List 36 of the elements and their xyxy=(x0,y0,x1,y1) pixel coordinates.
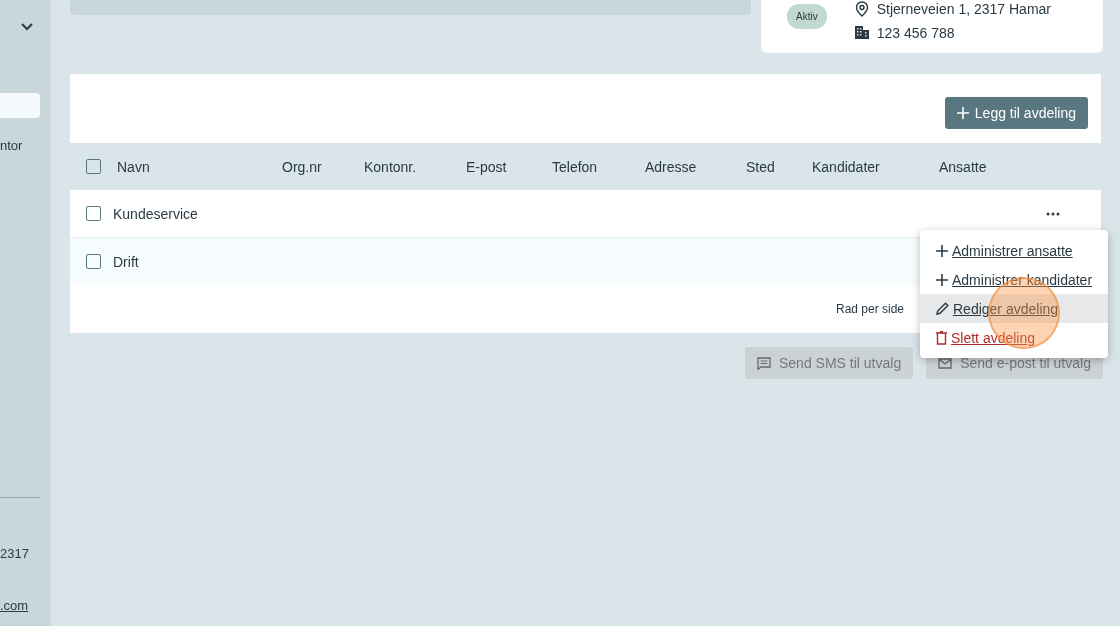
plus-icon xyxy=(936,273,948,286)
chevron-down-icon[interactable] xyxy=(21,23,33,31)
pencil-icon xyxy=(936,302,949,315)
sidebar-field[interactable] xyxy=(0,93,40,118)
building-icon xyxy=(854,26,869,39)
status-badge: Aktiv xyxy=(787,4,827,29)
trash-icon xyxy=(936,330,947,345)
menu-item[interactable]: Administrer kandidater xyxy=(920,265,1108,294)
location-pin-icon xyxy=(854,0,869,17)
message-icon xyxy=(757,356,771,370)
plus-icon xyxy=(936,244,948,257)
column-header[interactable]: E-post xyxy=(466,158,507,175)
table-cell: Drift xyxy=(113,253,139,270)
more-options-icon[interactable] xyxy=(1046,211,1060,216)
address-text: Stjerneveien 1, 2317 Hamar xyxy=(876,0,1051,17)
column-header[interactable]: Telefon xyxy=(552,158,598,175)
column-header[interactable]: Adresse xyxy=(645,158,697,175)
add-department-button[interactable]: Legg til avdeling xyxy=(944,96,1088,129)
org-number-text: 123 456 788 xyxy=(876,24,955,41)
plus-icon xyxy=(956,106,969,119)
table-cell: Kundeservice xyxy=(113,205,198,222)
row-checkbox[interactable] xyxy=(86,254,101,269)
column-header[interactable]: Kandidater xyxy=(812,158,880,175)
sidebar-text: 2317 xyxy=(0,546,30,561)
column-header[interactable]: Org.nr xyxy=(282,158,322,175)
column-header[interactable]: Navn xyxy=(117,158,150,175)
column-header[interactable]: Ansatte xyxy=(939,158,987,175)
select-all-checkbox[interactable] xyxy=(86,159,101,174)
envelope-icon xyxy=(938,357,953,369)
column-header[interactable]: Kontonr. xyxy=(364,158,417,175)
email-link[interactable]: .com xyxy=(0,598,29,613)
rows-per-page-label: Rad per side xyxy=(836,302,905,316)
row-checkbox[interactable] xyxy=(86,206,101,221)
column-header[interactable]: Sted xyxy=(746,158,775,175)
menu-item[interactable]: Administrer ansatte xyxy=(920,236,1108,265)
sidebar-text: ntor xyxy=(0,138,24,153)
